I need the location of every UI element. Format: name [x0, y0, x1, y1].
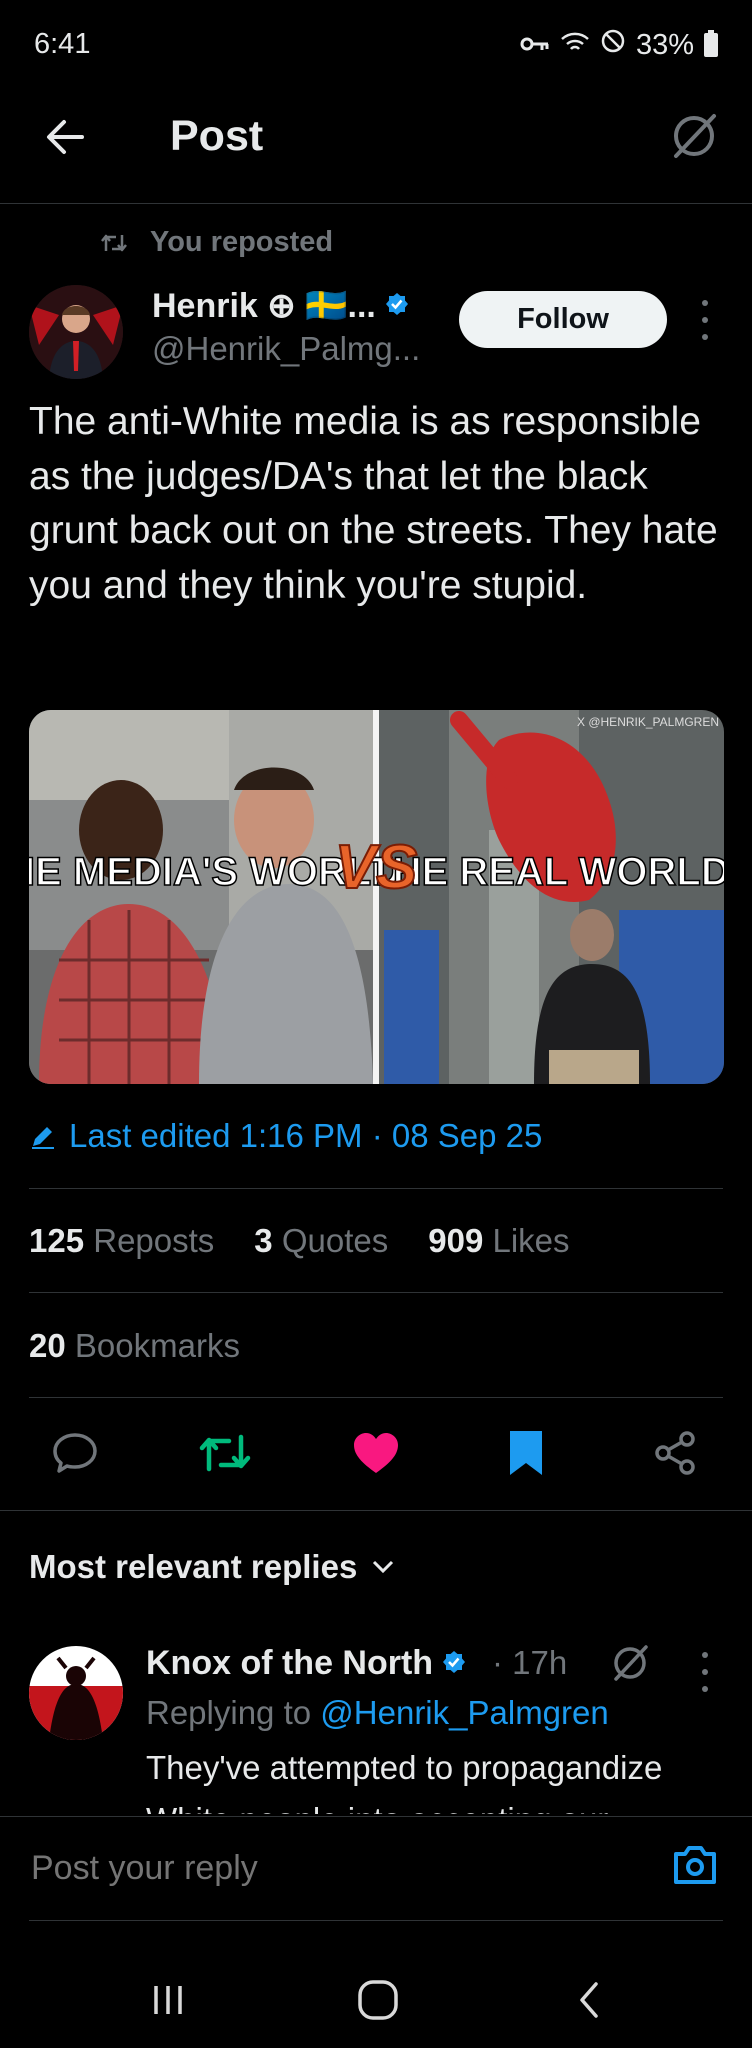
replying-to-label: Replying to	[146, 1694, 312, 1731]
repost-icon	[199, 1434, 251, 1472]
reply-text-container: They've attempted to propagandize White …	[146, 1742, 746, 1814]
recent-apps-icon	[154, 1986, 182, 2014]
chevron-down-icon	[373, 1560, 394, 1574]
media-vs: VS	[335, 833, 418, 902]
reply-more-options-button[interactable]	[700, 1652, 710, 1692]
share-icon	[655, 1431, 695, 1475]
camera-icon	[674, 1846, 716, 1884]
stats-row: 125 Reposts 3 Quotes 909 Likes	[29, 1222, 570, 1260]
post-text: The anti-White media is as responsible a…	[29, 400, 718, 607]
repost-context: You reposted	[100, 226, 333, 259]
edit-pencil-icon	[32, 1127, 54, 1149]
reply-timestamp[interactable]: · 17h	[492, 1644, 567, 1682]
home-icon	[358, 1980, 398, 2020]
reply-avatar[interactable]	[29, 1646, 123, 1740]
post-image[interactable]: THE MEDIA'S WORLD THE REAL WORLD VS X @H…	[29, 710, 724, 1084]
replying-to-handle[interactable]: @Henrik_Palmgren	[320, 1694, 608, 1731]
bookmarks-stat[interactable]: 20 Bookmarks	[29, 1327, 240, 1365]
status-icons: 33%	[520, 28, 718, 62]
grok-icon	[674, 114, 716, 158]
system-back-button[interactable]	[560, 1970, 620, 2030]
recent-apps-button[interactable]	[138, 1970, 198, 2030]
chevron-left-icon	[580, 1982, 598, 2018]
back-button[interactable]	[40, 112, 90, 162]
camera-button[interactable]	[670, 1840, 720, 1890]
wifi-icon	[560, 29, 590, 62]
home-button[interactable]	[348, 1970, 408, 2030]
media-caption-right: THE REAL WORLD	[368, 850, 724, 894]
replies-sort-dropdown[interactable]: Most relevant replies	[29, 1548, 395, 1586]
arrow-left-icon	[47, 120, 84, 154]
divider	[29, 1292, 723, 1293]
like-button[interactable]	[349, 1426, 403, 1480]
battery-level: 33%	[635, 28, 694, 61]
vpn-key-icon	[520, 29, 550, 62]
page-title: Post	[170, 112, 264, 160]
system-navigation-bar	[0, 1930, 752, 2048]
divider	[29, 1397, 723, 1398]
repost-label: You reposted	[150, 226, 334, 258]
heart-icon	[354, 1433, 398, 1473]
likes-stat[interactable]: 909 Likes	[428, 1222, 569, 1260]
battery-icon	[704, 30, 718, 57]
author-name[interactable]: Henrik ⊕ 🇸🇪...	[152, 286, 412, 326]
bookmark-icon	[510, 1431, 542, 1475]
grok-icon	[614, 1645, 648, 1681]
bookmark-button[interactable]	[499, 1426, 553, 1480]
reply-author-name[interactable]: Knox of the North	[146, 1644, 469, 1683]
reply-text: They've attempted to propagandize White …	[146, 1749, 663, 1814]
dnd-icon	[600, 28, 626, 62]
last-edited-link[interactable]: Last edited 1:16 PM · 08 Sep 25	[29, 1117, 542, 1155]
comment-bubble-icon	[53, 1433, 97, 1473]
replying-to: Replying to @Henrik_Palmgren	[146, 1694, 609, 1732]
reply-input[interactable]	[29, 1848, 633, 1889]
verified-badge-icon	[385, 293, 408, 315]
media-watermark: X @HENRIK_PALMGREN	[577, 715, 719, 729]
more-options-button[interactable]	[700, 300, 710, 340]
divider	[29, 1188, 723, 1189]
divider	[0, 1816, 752, 1817]
author-avatar[interactable]	[29, 285, 123, 379]
replies-sort-label: Most relevant replies	[29, 1548, 358, 1585]
status-time: 6:41	[34, 28, 91, 60]
header-divider	[0, 203, 752, 204]
reply-grok-button[interactable]	[608, 1641, 652, 1685]
last-edited-text: Last edited 1:16 PM · 08 Sep 25	[69, 1117, 543, 1154]
divider	[0, 1510, 752, 1511]
reply-author-name-text: Knox of the North	[146, 1644, 434, 1682]
grok-button[interactable]	[666, 108, 722, 164]
author-handle[interactable]: @Henrik_Palmg...	[152, 330, 420, 368]
verified-badge-icon	[443, 1650, 466, 1673]
repost-button[interactable]	[198, 1426, 252, 1480]
reply-composer	[0, 1816, 752, 1921]
quotes-stat[interactable]: 3 Quotes	[254, 1222, 388, 1260]
follow-button[interactable]: Follow	[459, 291, 667, 348]
divider	[29, 1920, 723, 1921]
repost-icon	[101, 234, 127, 251]
reposts-stat[interactable]: 125 Reposts	[29, 1222, 214, 1260]
author-name-text: Henrik ⊕ 🇸🇪...	[152, 287, 376, 325]
reply-button[interactable]	[48, 1426, 102, 1480]
share-button[interactable]	[648, 1426, 702, 1480]
